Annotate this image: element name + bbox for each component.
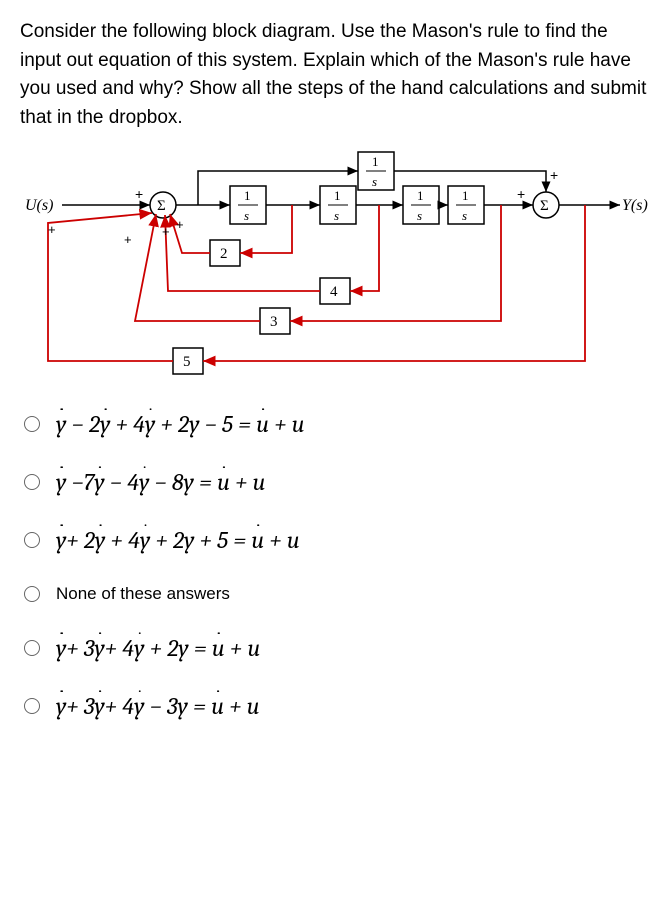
option-5-equation: y+ 3y+ 4y + 2y = u + u bbox=[56, 634, 260, 662]
radio-icon[interactable] bbox=[24, 698, 40, 714]
option-6[interactable]: y+ 3y+ 4y − 3y = u + u bbox=[20, 686, 652, 726]
option-2[interactable]: y −7y − 4y − 8y = u + u bbox=[20, 462, 652, 502]
block-diagram: U(s) + Σ 1 s 1 s 1 s 1 s + Σ Y(s) 1 s + … bbox=[20, 150, 652, 380]
svg-text:+: + bbox=[517, 186, 525, 202]
svg-text:1: 1 bbox=[372, 154, 379, 169]
fb-3: 3 bbox=[270, 314, 278, 330]
svg-text:+: + bbox=[550, 167, 558, 183]
radio-icon[interactable] bbox=[24, 586, 40, 602]
radio-icon[interactable] bbox=[24, 532, 40, 548]
option-3[interactable]: y+ 2y + 4y + 2y + 5 = u + u bbox=[20, 520, 652, 560]
svg-text:1: 1 bbox=[462, 188, 469, 203]
fb-4: 4 bbox=[330, 284, 338, 300]
option-1-equation: y − 2y + 4y + 2y − 5 = u + u bbox=[56, 410, 305, 438]
option-5[interactable]: y+ 3y+ 4y + 2y = u + u bbox=[20, 628, 652, 668]
radio-icon[interactable] bbox=[24, 474, 40, 490]
option-2-equation: y −7y − 4y − 8y = u + u bbox=[56, 468, 265, 496]
svg-text:s: s bbox=[334, 208, 339, 223]
sigma-2: Σ bbox=[540, 198, 549, 214]
svg-text:1: 1 bbox=[334, 188, 341, 203]
svg-text:1: 1 bbox=[417, 188, 424, 203]
option-4[interactable]: None of these answers bbox=[20, 578, 652, 610]
svg-text:+: + bbox=[162, 224, 170, 239]
svg-text:+: + bbox=[124, 232, 132, 247]
svg-text:s: s bbox=[244, 208, 249, 223]
radio-icon[interactable] bbox=[24, 640, 40, 656]
output-label: Y(s) bbox=[622, 197, 648, 214]
svg-text:1: 1 bbox=[244, 188, 251, 203]
svg-text:+: + bbox=[176, 217, 184, 232]
svg-text:+: + bbox=[135, 186, 143, 202]
options-list: y − 2y + 4y + 2y − 5 = u + u y −7y − 4y … bbox=[20, 404, 652, 726]
option-1[interactable]: y − 2y + 4y + 2y − 5 = u + u bbox=[20, 404, 652, 444]
fb-2: 2 bbox=[220, 246, 228, 262]
input-label: U(s) bbox=[25, 197, 53, 214]
option-3-equation: y+ 2y + 4y + 2y + 5 = u + u bbox=[56, 526, 300, 554]
option-4-text: None of these answers bbox=[56, 584, 230, 604]
svg-text:+: + bbox=[48, 222, 56, 237]
svg-text:s: s bbox=[462, 208, 467, 223]
sigma-1: Σ bbox=[157, 198, 166, 214]
question-text: Consider the following block diagram. Us… bbox=[20, 18, 652, 132]
radio-icon[interactable] bbox=[24, 416, 40, 432]
fb-5: 5 bbox=[183, 354, 191, 370]
svg-text:s: s bbox=[372, 174, 377, 189]
option-6-equation: y+ 3y+ 4y − 3y = u + u bbox=[56, 692, 260, 720]
svg-text:s: s bbox=[417, 208, 422, 223]
